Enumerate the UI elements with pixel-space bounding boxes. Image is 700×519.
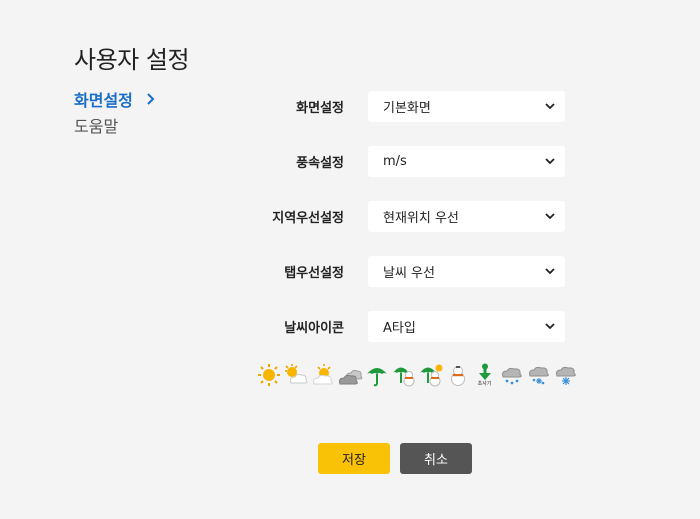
- setting-label: 탭우선설정: [284, 266, 344, 281]
- setting-label: 지역우선설정: [272, 211, 344, 226]
- setting-label: 날씨아이콘: [284, 321, 344, 336]
- setting-row-region: 지역우선설정 현재위치 우선: [240, 201, 565, 232]
- page-title: 사용자 설정: [74, 46, 190, 74]
- region-priority-select[interactable]: 현재위치 우선: [368, 201, 565, 232]
- rain-cloud-icon: [498, 361, 525, 388]
- sun-cloud-light-icon: [309, 361, 336, 388]
- umbrella-snowman-icon: [390, 361, 417, 388]
- setting-label: 풍속설정: [296, 156, 344, 171]
- setting-row-tab: 탭우선설정 날씨 우선: [240, 256, 565, 287]
- setting-row-wind: 풍속설정 m/s: [240, 146, 565, 177]
- sidebar-item-display[interactable]: 화면설정: [74, 88, 155, 114]
- select-value: 현재위치 우선: [383, 211, 459, 226]
- yellow-dust-label: 초사기: [477, 380, 492, 387]
- select-value: A타입: [383, 321, 416, 336]
- sidebar-item-label: 도움말: [74, 117, 119, 136]
- weather-icon-select[interactable]: A타입: [368, 311, 565, 342]
- umbrella-icon: [363, 361, 390, 388]
- setting-label: 화면설정: [296, 101, 344, 116]
- select-value: 날씨 우선: [383, 266, 435, 281]
- snowman-icon: [444, 361, 471, 388]
- action-buttons: 저장 취소: [318, 443, 472, 474]
- cloud-icon: [336, 361, 363, 388]
- umbrella-sun-snowman-icon: [417, 361, 444, 388]
- tab-priority-select[interactable]: 날씨 우선: [368, 256, 565, 287]
- sidebar-item-help[interactable]: 도움말: [74, 114, 155, 140]
- save-button[interactable]: 저장: [318, 443, 390, 474]
- chevron-down-icon: [545, 268, 555, 275]
- rain-snow-cloud-icon: [525, 361, 552, 388]
- display-select[interactable]: 기본화면: [368, 91, 565, 122]
- select-value: m/s: [383, 154, 407, 169]
- chevron-down-icon: [545, 323, 555, 330]
- weather-icon-preview: 초사기: [255, 361, 579, 388]
- sun-icon: [255, 361, 282, 388]
- sidebar-item-label: 화면설정: [74, 91, 133, 110]
- chevron-down-icon: [545, 213, 555, 220]
- settings-form: 화면설정 기본화면 풍속설정 m/s 지역우선설정 현재위치 우선 탭우선설정 …: [240, 91, 565, 366]
- sidebar: 화면설정 도움말: [74, 88, 155, 140]
- chevron-down-icon: [545, 158, 555, 165]
- sun-cloud-icon: [282, 361, 309, 388]
- yellow-dust-icon: 초사기: [471, 361, 498, 388]
- wind-unit-select[interactable]: m/s: [368, 146, 565, 177]
- chevron-down-icon: [545, 103, 555, 110]
- cancel-button[interactable]: 취소: [400, 443, 472, 474]
- setting-row-display: 화면설정 기본화면: [240, 91, 565, 122]
- select-value: 기본화면: [383, 101, 431, 116]
- setting-row-icon: 날씨아이콘 A타입: [240, 311, 565, 342]
- chevron-right-icon: [147, 88, 155, 114]
- snow-cloud-icon: [552, 361, 579, 388]
